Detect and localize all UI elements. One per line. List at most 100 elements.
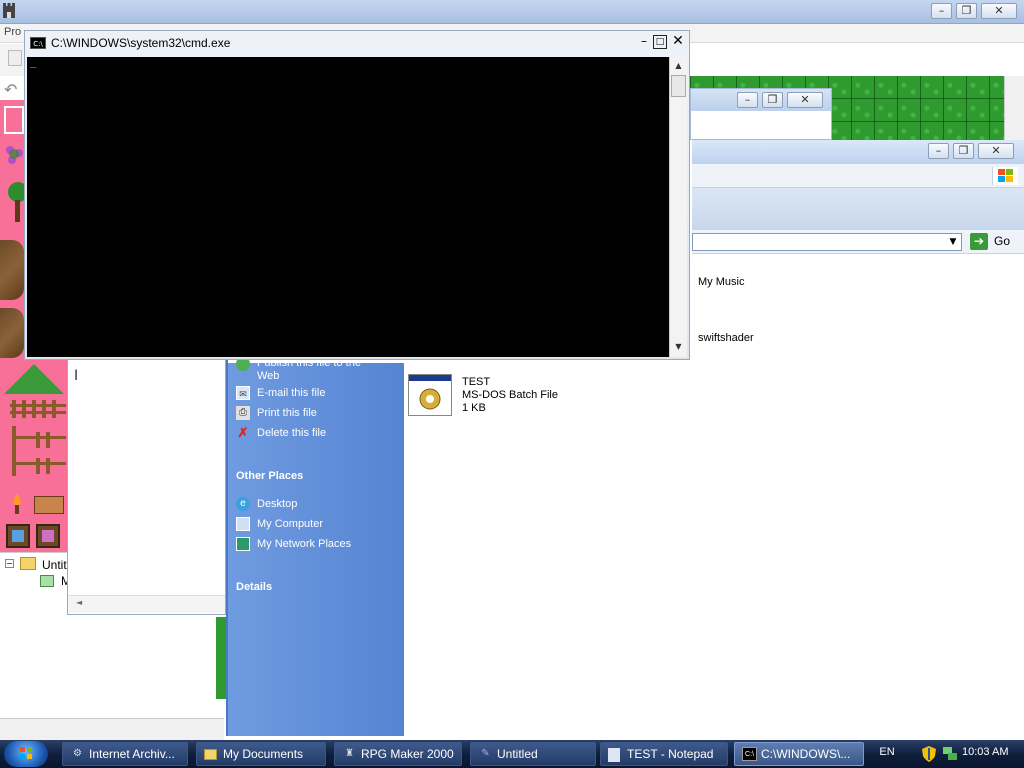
- my-computer-icon: [236, 517, 250, 531]
- undo-icon[interactable]: ↶: [4, 80, 22, 99]
- place-my-computer[interactable]: My Computer: [236, 517, 323, 531]
- cmd-icon: C:\: [742, 747, 757, 761]
- windows-logo-icon: [20, 747, 32, 759]
- map-icon: [40, 575, 54, 587]
- security-shield-icon[interactable]: [922, 746, 936, 762]
- rpg-minimize-button[interactable]: –: [931, 3, 952, 19]
- log-tile-icon: [0, 240, 24, 300]
- taskbar-clock[interactable]: 10:03 AM: [962, 746, 1008, 758]
- notepad-icon: [608, 748, 620, 762]
- details-header[interactable]: Details: [236, 581, 272, 593]
- windows-flag-icon: [992, 167, 1018, 185]
- cmd-title: C:\WINDOWS\system32\cmd.exe: [51, 36, 231, 50]
- cmd-maximize-button[interactable]: □: [653, 35, 667, 49]
- network-connection-icon[interactable]: [942, 746, 958, 762]
- torch-tile-icon: [6, 492, 28, 514]
- secondary-window-titlebar[interactable]: – ❐ ✕: [691, 89, 831, 111]
- picture-tile-icon: [6, 524, 30, 548]
- cmd-window: C:\ C:\WINDOWS\system32\cmd.exe – □ ✕ _ …: [24, 30, 690, 360]
- place-desktop[interactable]: e Desktop: [236, 497, 297, 511]
- menu-project[interactable]: Pro: [4, 26, 21, 38]
- taskbar-my-documents[interactable]: My Documents: [196, 742, 326, 766]
- hill-tile-icon: [4, 362, 64, 394]
- explorer-minimize-button[interactable]: –: [928, 143, 949, 159]
- toolbar-stub-button[interactable]: [8, 50, 22, 66]
- cmd-cursor: _: [30, 55, 37, 68]
- taskbar-internet-archive[interactable]: ⚙ Internet Archiv...: [62, 742, 188, 766]
- taskbar: ⚙ Internet Archiv... My Documents ♜ RPG Ma…: [0, 740, 1024, 768]
- file-type: MS-DOS Batch File: [462, 389, 558, 401]
- rpg-maker-titlebar[interactable]: – ❐ ✕: [0, 0, 1024, 24]
- explorer-menubar: [692, 164, 1024, 188]
- language-indicator[interactable]: EN: [870, 746, 904, 758]
- explorer-titlebar[interactable]: – ❐ ✕: [692, 140, 1024, 164]
- file-size: 1 KB: [462, 402, 486, 414]
- go-label: Go: [994, 234, 1011, 248]
- cmd-titlebar[interactable]: C:\ C:\WINDOWS\system32\cmd.exe – □ ✕: [25, 31, 689, 55]
- close-icon: ✕: [994, 4, 1004, 17]
- maximize-icon: □: [655, 37, 665, 47]
- rpg-restore-button[interactable]: ❐: [956, 3, 977, 19]
- task-delete-file[interactable]: ✗ Delete this file: [236, 425, 327, 440]
- delete-icon: ✗: [237, 425, 249, 440]
- side-panel-hscrollbar[interactable]: ◄: [68, 595, 225, 613]
- scroll-up-icon[interactable]: ▲: [670, 58, 687, 74]
- file-name: TEST: [462, 376, 491, 388]
- desktop-icon: e: [236, 497, 250, 511]
- folder-icon: [20, 557, 36, 570]
- close-icon: ✕: [991, 144, 1001, 157]
- minimize-icon: –: [641, 34, 647, 48]
- portrait-tile-icon: [36, 524, 60, 548]
- chevron-down-icon[interactable]: ▼: [946, 235, 960, 249]
- start-button[interactable]: [4, 741, 48, 767]
- map-tree-root-label[interactable]: Untitl: [42, 558, 69, 572]
- task-email-file[interactable]: ✉ E-mail this file: [236, 386, 325, 400]
- other-places-header[interactable]: Other Places: [236, 470, 303, 482]
- taskbar-untitled-paint[interactable]: ✎ Untitled: [470, 742, 596, 766]
- tree-collapse-icon[interactable]: −: [5, 559, 14, 568]
- cmd-vertical-scrollbar[interactable]: ▲ ▼: [669, 57, 687, 357]
- explorer-restore-button[interactable]: ❐: [953, 143, 974, 159]
- file-my-music[interactable]: My Music: [698, 276, 744, 288]
- cmd-scroll-thumb[interactable]: [671, 75, 686, 97]
- scroll-left-icon[interactable]: ◄: [76, 598, 82, 607]
- text-cursor-icon: I: [74, 368, 79, 384]
- restore-icon: ❐: [767, 93, 778, 106]
- system-tray: EN 10:03 AM: [870, 740, 1024, 768]
- log-tile-icon: [0, 308, 24, 358]
- restore-icon: ❐: [961, 4, 972, 17]
- secondary-minimize-button[interactable]: –: [737, 92, 758, 108]
- map-vertical-scrollbar[interactable]: [1004, 76, 1024, 140]
- batch-file-icon: [408, 374, 452, 416]
- close-icon: ✕: [800, 93, 810, 106]
- rpg-maker-app-icon: [2, 3, 16, 19]
- scroll-down-icon[interactable]: ▼: [670, 339, 687, 355]
- rpg-close-button[interactable]: ✕: [981, 3, 1017, 19]
- cmd-minimize-button[interactable]: –: [637, 35, 651, 49]
- taskbar-test-notepad[interactable]: TEST - Notepad: [600, 742, 728, 766]
- secondary-close-button[interactable]: ✕: [787, 92, 823, 108]
- explorer-close-button[interactable]: ✕: [978, 143, 1014, 159]
- table-tile-icon: [34, 496, 64, 514]
- go-arrow-icon: ➔: [970, 233, 988, 250]
- explorer-toolbar: [692, 188, 1024, 230]
- explorer-address-bar: ▼ ➔ Go: [692, 230, 1024, 254]
- print-icon: ⎙: [236, 406, 250, 420]
- file-swiftshader[interactable]: swiftshader: [698, 332, 754, 344]
- task-publish-file[interactable]: Publish this file to the Web: [236, 357, 386, 383]
- address-input[interactable]: ▼: [692, 233, 962, 251]
- selected-tile[interactable]: [4, 106, 24, 134]
- place-network[interactable]: My Network Places: [236, 537, 351, 551]
- cmd-close-button[interactable]: ✕: [671, 34, 685, 48]
- email-icon: ✉: [236, 386, 250, 400]
- minimize-icon: –: [744, 93, 751, 106]
- secondary-restore-button[interactable]: ❐: [762, 92, 783, 108]
- cmd-console[interactable]: _: [27, 55, 669, 357]
- task-print-file[interactable]: ⎙ Print this file: [236, 406, 317, 420]
- taskbar-rpg-maker[interactable]: ♜ RPG Maker 2000: [334, 742, 462, 766]
- file-test-batch[interactable]: TEST MS-DOS Batch File 1 KB: [408, 372, 558, 418]
- taskbar-cmd[interactable]: C:\ C:\WINDOWS\...: [734, 742, 864, 766]
- minimize-icon: –: [935, 144, 942, 157]
- rpg-statusbar: [0, 718, 224, 740]
- paint-icon: ✎: [481, 748, 490, 759]
